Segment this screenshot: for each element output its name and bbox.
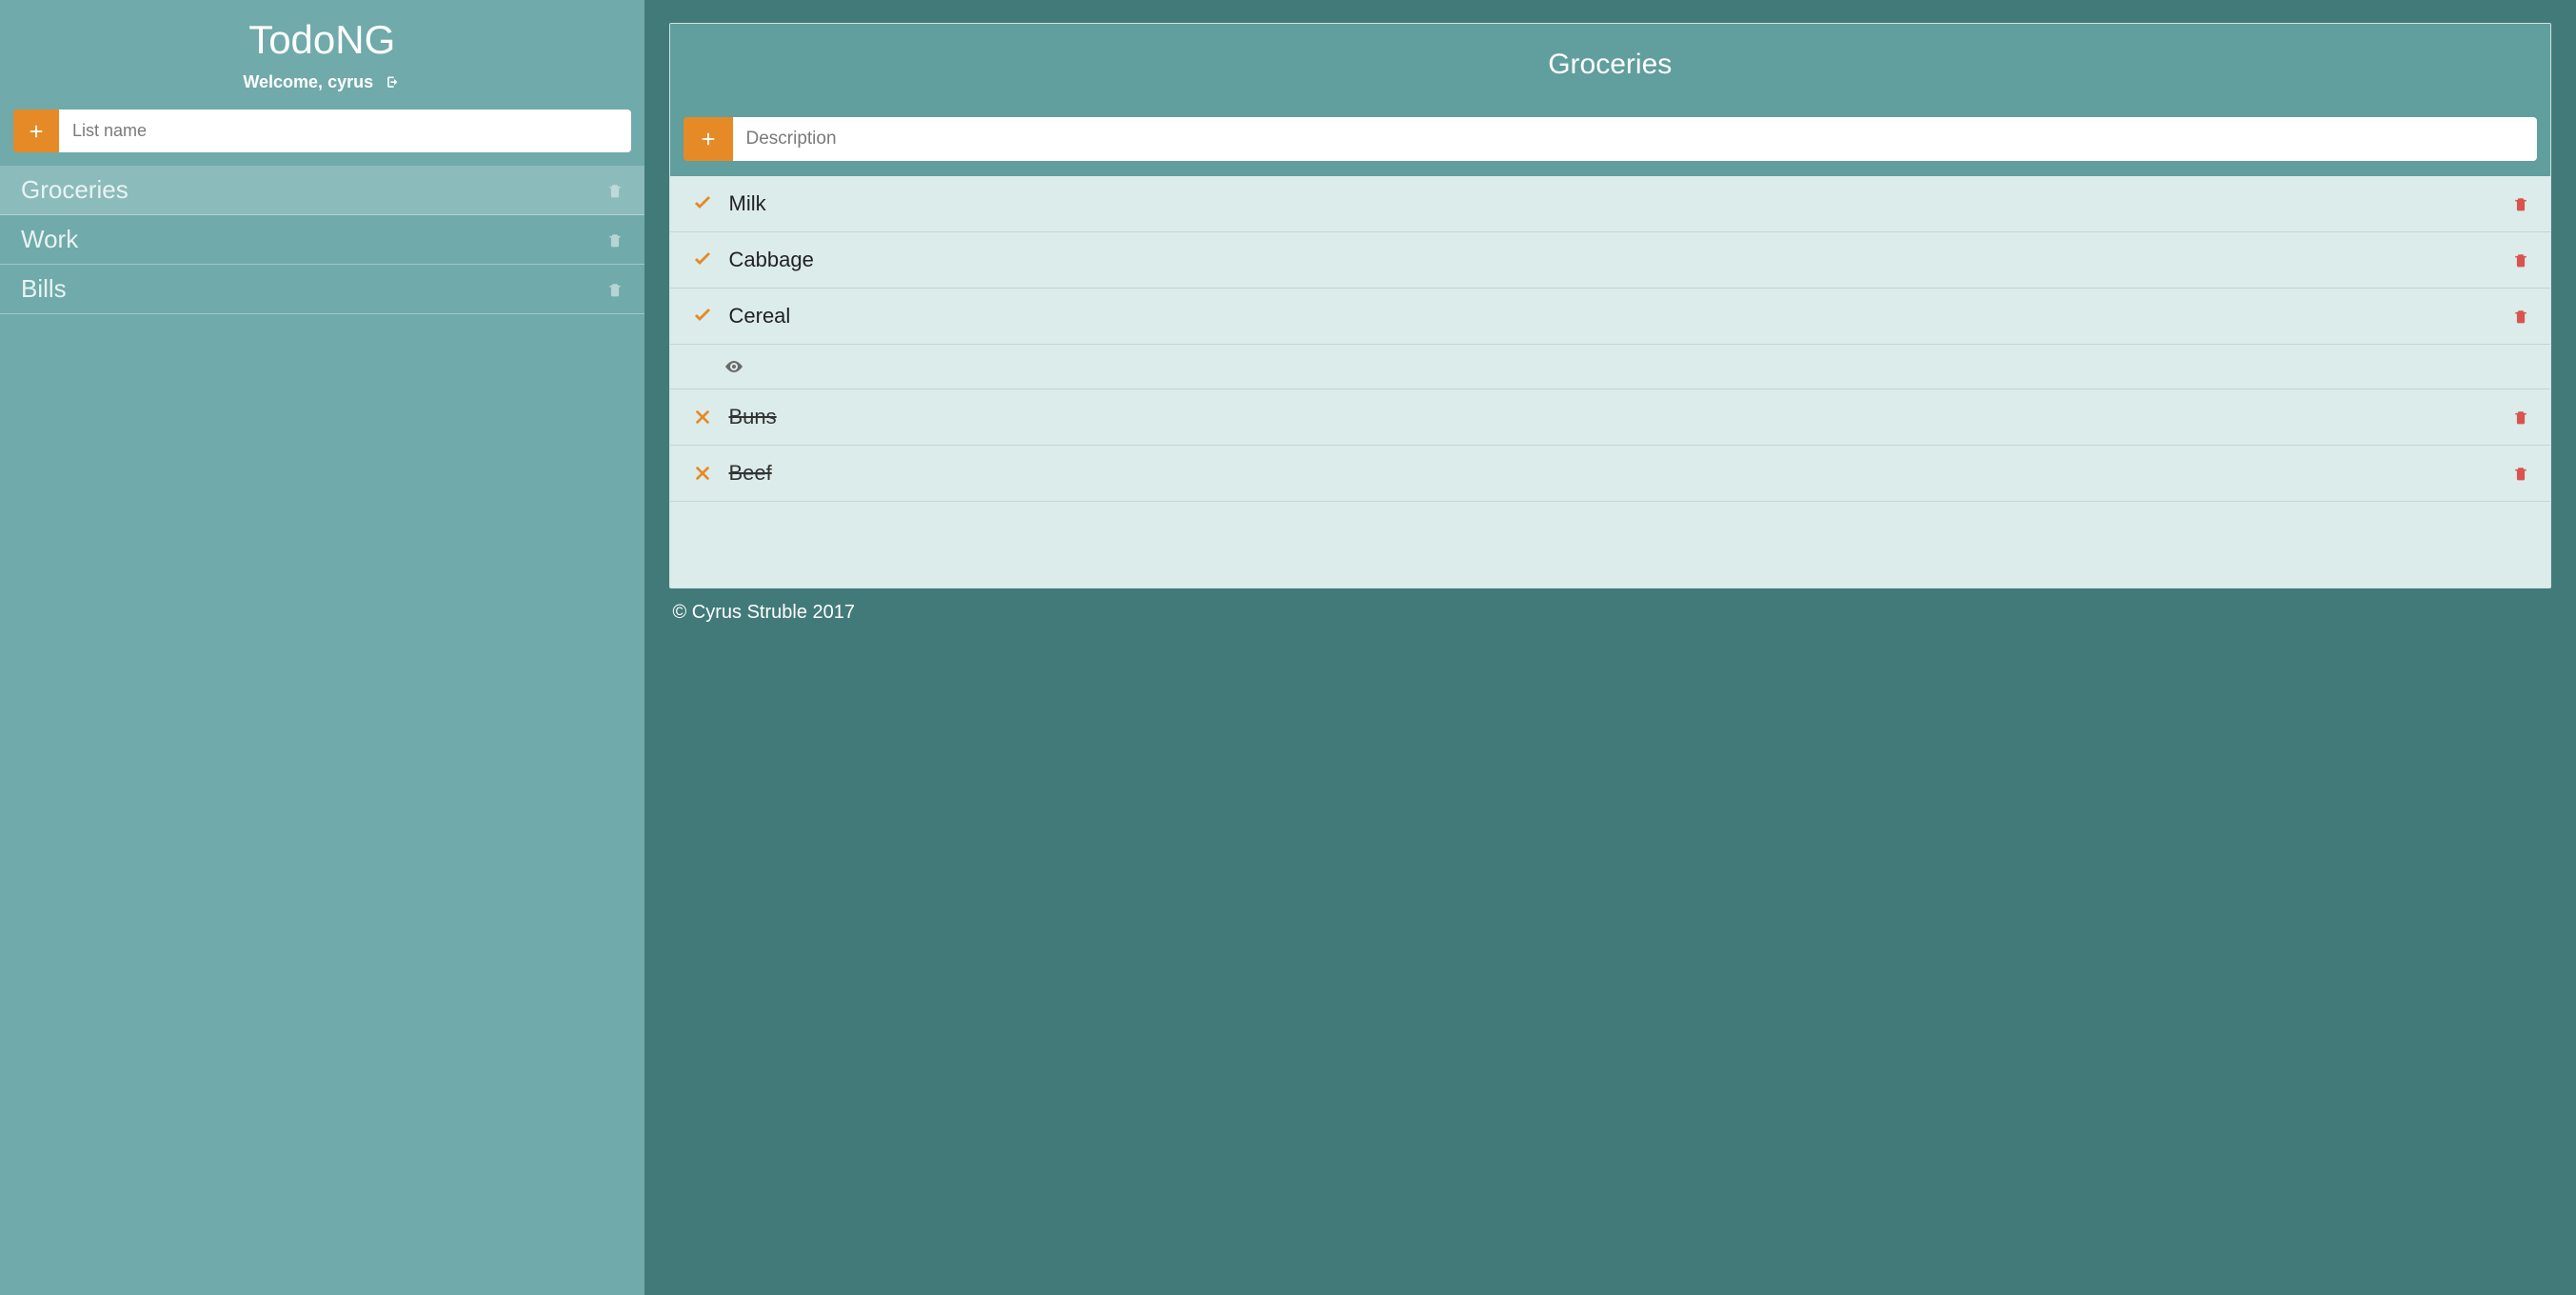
sidebar-item-bills[interactable]: Bills: [0, 265, 644, 314]
item-label[interactable]: Buns: [729, 405, 2513, 429]
check-icon[interactable]: [691, 193, 714, 214]
item-label[interactable]: Cabbage: [729, 248, 2513, 272]
main-area: Groceries Milk: [644, 0, 2576, 1295]
new-list-input[interactable]: [59, 110, 631, 152]
check-icon[interactable]: [691, 306, 714, 327]
list-panel-title: Groceries: [670, 24, 2551, 104]
list-item: Buns: [670, 389, 2551, 446]
x-icon[interactable]: [691, 408, 714, 427]
list-panel: Groceries Milk: [669, 23, 2552, 588]
list-of-lists: Groceries Work Bills: [0, 166, 644, 314]
welcome-prefix: Welcome,: [243, 72, 327, 91]
item-label[interactable]: Cereal: [729, 304, 2513, 329]
list-item: Cabbage: [670, 232, 2551, 289]
add-item-row: [670, 104, 2551, 176]
sidebar: TodoNG Welcome, cyrus Groceries: [0, 0, 644, 1295]
trash-icon[interactable]: [606, 280, 624, 299]
list-item: Beef: [670, 446, 2551, 502]
sidebar-item-label: Bills: [21, 274, 67, 304]
trash-icon[interactable]: [2512, 408, 2529, 427]
footer-copyright: © Cyrus Struble 2017: [669, 588, 2552, 631]
sidebar-item-groceries[interactable]: Groceries: [0, 166, 644, 215]
welcome-username: cyrus: [327, 72, 373, 91]
add-list-button[interactable]: [13, 110, 59, 152]
trash-icon[interactable]: [606, 181, 624, 200]
trash-icon[interactable]: [2512, 250, 2529, 269]
sidebar-item-label: Groceries: [21, 175, 129, 205]
item-label[interactable]: Beef: [729, 461, 2513, 486]
check-icon[interactable]: [691, 249, 714, 270]
trash-icon[interactable]: [2512, 464, 2529, 483]
x-icon[interactable]: [691, 464, 714, 483]
add-item-button[interactable]: [684, 117, 733, 161]
item-label[interactable]: Milk: [729, 191, 2513, 216]
sidebar-item-work[interactable]: Work: [0, 215, 644, 265]
list-item: Cereal: [670, 289, 2551, 345]
welcome-row: Welcome, cyrus: [0, 69, 644, 110]
trash-icon[interactable]: [2512, 307, 2529, 326]
sidebar-item-label: Work: [21, 225, 78, 254]
new-item-input[interactable]: [733, 117, 2538, 161]
item-list: Milk Cabbage: [670, 176, 2551, 588]
plus-icon: [700, 130, 717, 148]
eye-icon: [723, 356, 744, 377]
plus-icon: [28, 123, 45, 140]
toggle-completed-row[interactable]: [670, 345, 2551, 389]
app-title: TodoNG: [0, 0, 644, 69]
trash-icon[interactable]: [2512, 194, 2529, 213]
add-list-row: [0, 110, 644, 166]
sign-out-icon[interactable]: [384, 74, 401, 91]
list-item: Milk: [670, 176, 2551, 232]
trash-icon[interactable]: [606, 230, 624, 249]
